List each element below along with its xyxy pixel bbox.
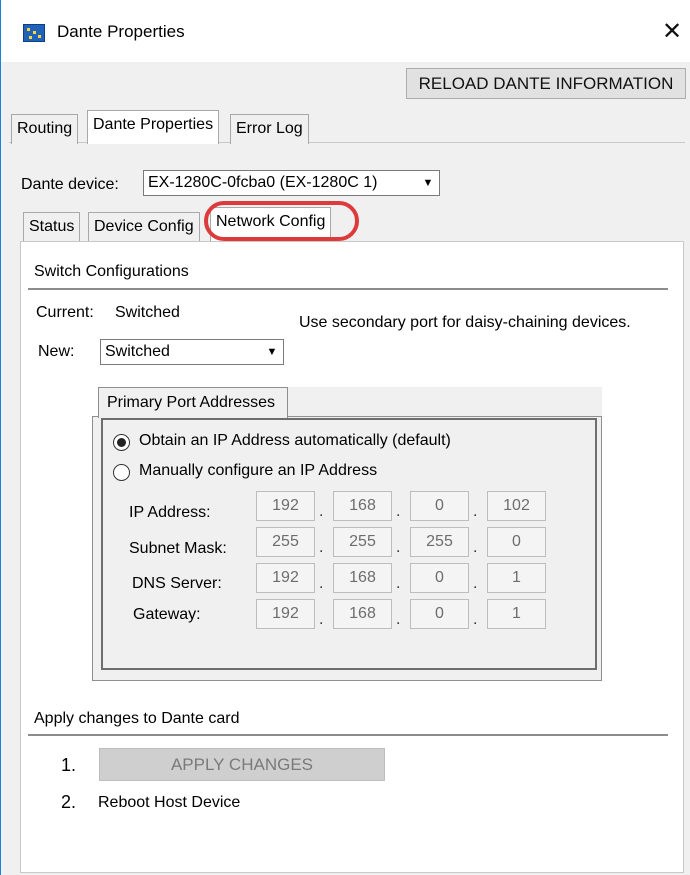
dante-app-icon: [23, 24, 45, 42]
switch-configurations-title: Switch Configurations: [34, 263, 189, 280]
dns-server-octet-2[interactable]: 168: [333, 563, 392, 593]
octet-separator: .: [319, 575, 324, 592]
octet-separator: .: [396, 575, 401, 592]
radio-selected-dot: [117, 438, 126, 447]
octet-separator: .: [396, 503, 401, 520]
ip-address-label: IP Address:: [129, 504, 211, 521]
current-value: Switched: [115, 304, 180, 321]
gateway-label: Gateway:: [133, 606, 201, 623]
section-divider: [28, 288, 668, 290]
subnet-mask-octet-3[interactable]: 255: [410, 527, 469, 557]
radio-obtain-automatically[interactable]: [113, 434, 130, 451]
subnet-mask-octet-2[interactable]: 255: [333, 527, 392, 557]
radio-manual-config[interactable]: [113, 464, 130, 481]
chevron-down-icon[interactable]: ▼: [264, 343, 280, 361]
gateway-octet-4[interactable]: 1: [487, 599, 546, 629]
dante-device-label: Dante device:: [21, 176, 119, 193]
tab-dante-properties[interactable]: Dante Properties: [87, 110, 220, 144]
octet-separator: .: [473, 539, 478, 556]
step-1-number: 1.: [61, 755, 77, 775]
octet-separator: .: [473, 503, 478, 520]
octet-separator: .: [396, 611, 401, 628]
tab-status[interactable]: Status: [23, 212, 81, 242]
radio-obtain-automatically-label: Obtain an IP Address automatically (defa…: [139, 432, 451, 449]
group-tab-strip: [288, 387, 602, 418]
octet-separator: .: [473, 575, 478, 592]
reboot-host-device-text: Reboot Host Device: [98, 794, 241, 811]
dante-properties-window: Dante Properties ✕ RELOAD DANTE INFORMAT…: [0, 0, 690, 875]
octet-separator: .: [319, 611, 324, 628]
ip-address-octet-4[interactable]: 102: [487, 491, 546, 521]
apply-changes-title: Apply changes to Dante card: [34, 710, 240, 727]
apply-changes-button[interactable]: APPLY CHANGES: [99, 748, 385, 781]
tab-device-config[interactable]: Device Config: [88, 212, 200, 242]
new-label: New:: [38, 343, 75, 360]
current-label: Current:: [36, 304, 94, 321]
tab-network-config[interactable]: Network Config: [210, 207, 332, 241]
octet-separator: .: [473, 611, 478, 628]
tab-error-log[interactable]: Error Log: [230, 114, 309, 144]
dns-server-octet-4[interactable]: 1: [487, 563, 546, 593]
tab-primary-port-addresses[interactable]: Primary Port Addresses: [98, 387, 288, 418]
close-icon[interactable]: ✕: [657, 17, 687, 47]
dns-server-octet-1[interactable]: 192: [256, 563, 315, 593]
octet-separator: .: [319, 503, 324, 520]
daisy-chain-hint: Use secondary port for daisy-chaining de…: [299, 314, 631, 331]
gateway-octet-1[interactable]: 192: [256, 599, 315, 629]
subnet-mask-label: Subnet Mask:: [129, 540, 227, 557]
section-divider: [28, 734, 668, 736]
octet-separator: .: [396, 539, 401, 556]
subnet-mask-octet-1[interactable]: 255: [256, 527, 315, 557]
gateway-octet-3[interactable]: 0: [410, 599, 469, 629]
dns-server-octet-3[interactable]: 0: [410, 563, 469, 593]
gateway-octet-2[interactable]: 168: [333, 599, 392, 629]
step-2-number: 2.: [61, 792, 77, 812]
ip-address-octet-2[interactable]: 168: [333, 491, 392, 521]
dante-device-value: EX-1280C-0fcba0 (EX-1280C 1): [148, 174, 378, 191]
new-switch-mode-select[interactable]: Switched ▼: [100, 339, 284, 365]
new-switch-mode-value: Switched: [105, 343, 170, 360]
subnet-mask-octet-4[interactable]: 0: [487, 527, 546, 557]
chevron-down-icon[interactable]: ▼: [420, 174, 436, 192]
dante-device-select[interactable]: EX-1280C-0fcba0 (EX-1280C 1) ▼: [143, 170, 440, 196]
dns-server-label: DNS Server:: [132, 575, 222, 592]
reload-dante-information-button[interactable]: RELOAD DANTE INFORMATION: [406, 68, 686, 99]
octet-separator: .: [319, 539, 324, 556]
radio-manual-config-label: Manually configure an IP Address: [139, 462, 378, 479]
window-title: Dante Properties: [57, 22, 185, 41]
ip-address-octet-3[interactable]: 0: [410, 491, 469, 521]
tab-routing[interactable]: Routing: [11, 114, 79, 144]
ip-address-octet-1[interactable]: 192: [256, 491, 315, 521]
title-bar: Dante Properties ✕: [1, 0, 690, 62]
